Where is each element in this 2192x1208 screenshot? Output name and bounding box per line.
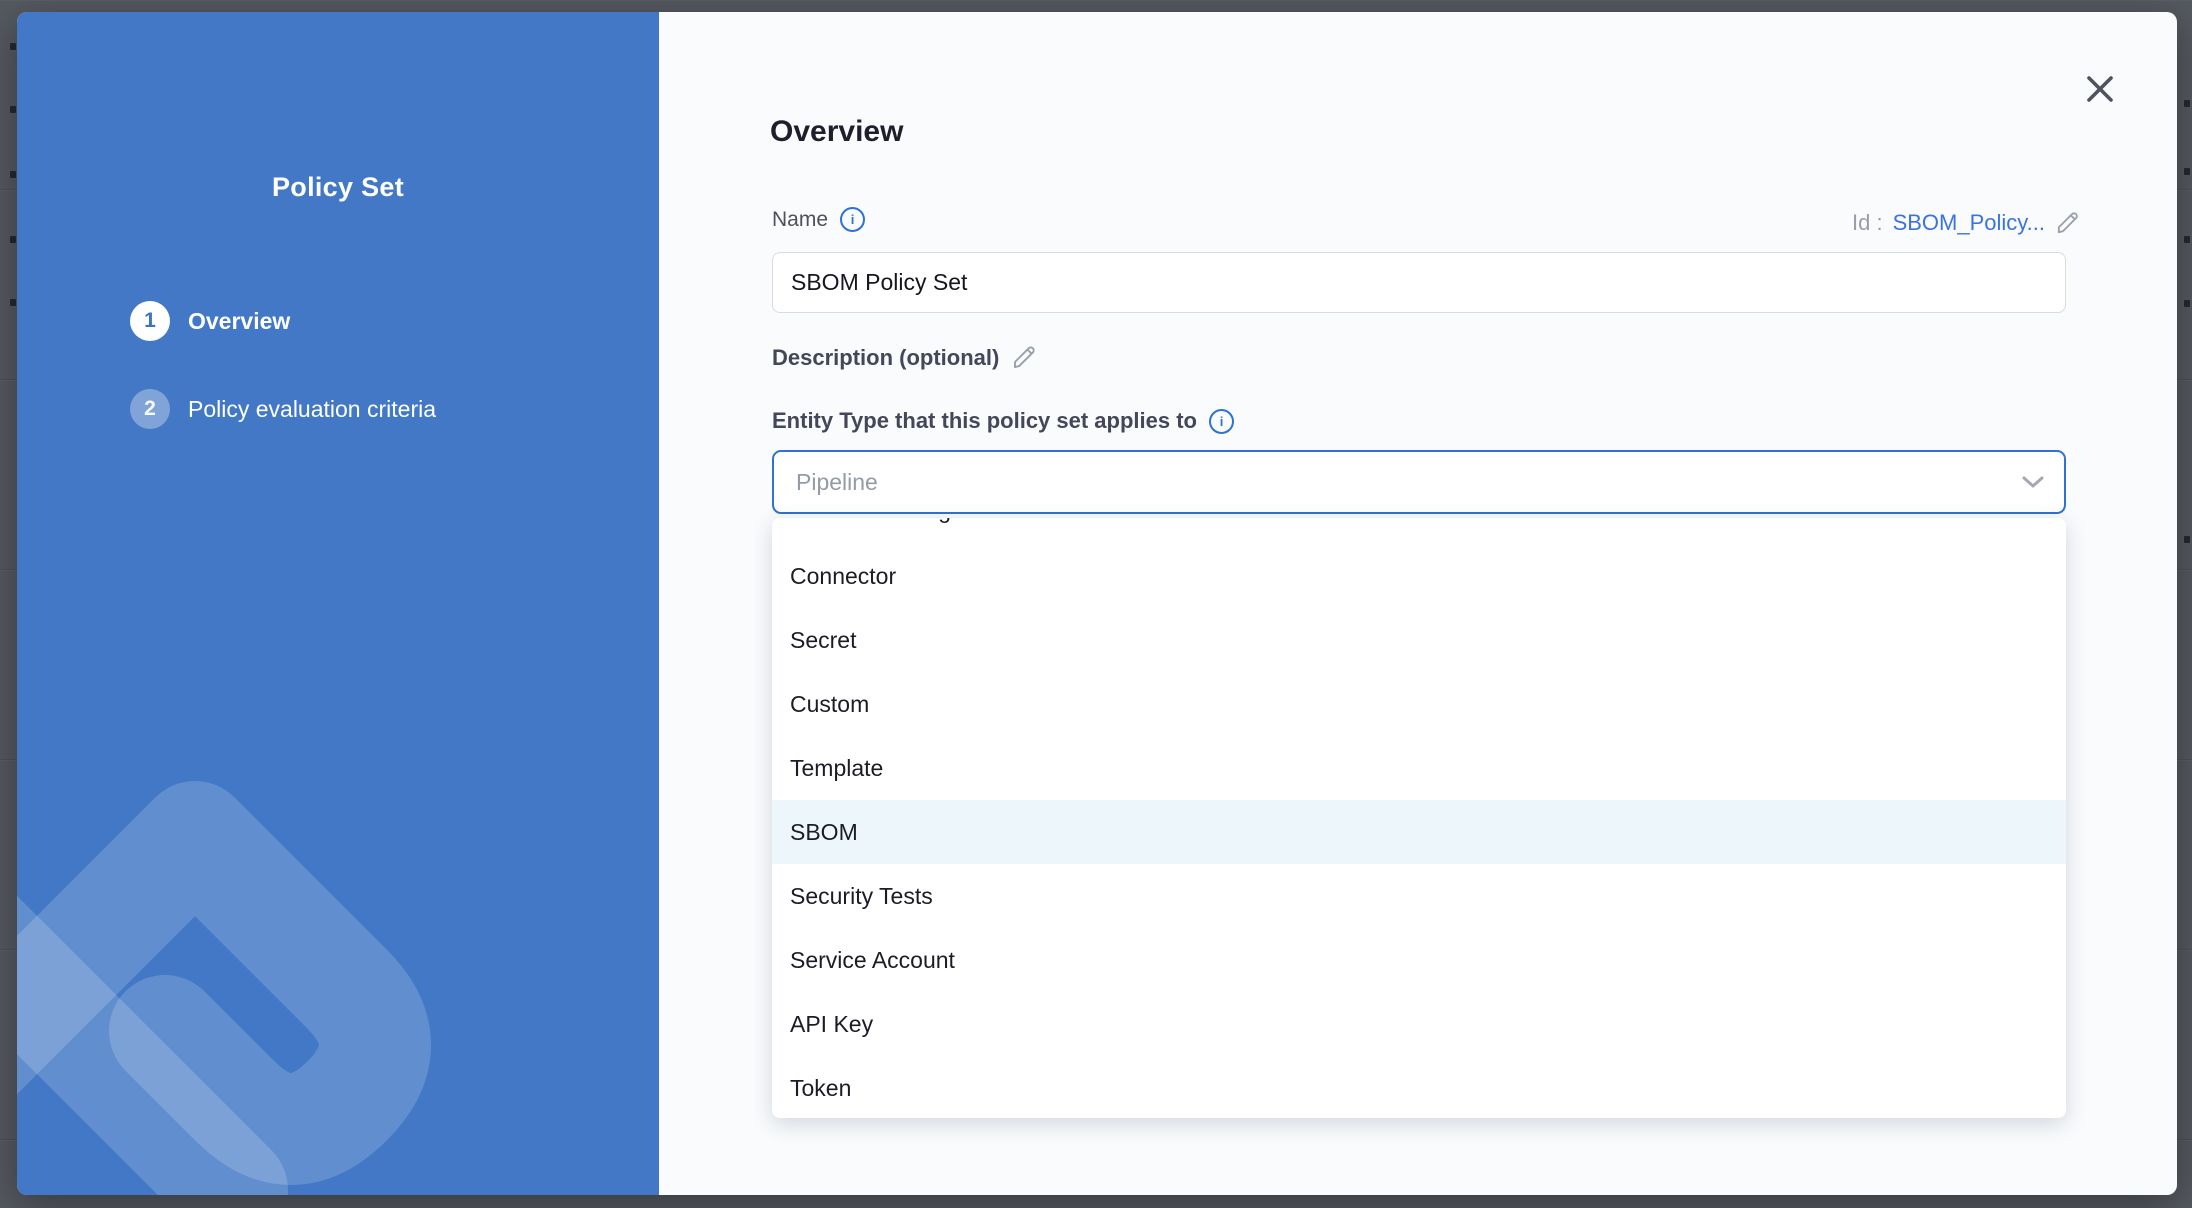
edit-description-button[interactable]	[1011, 344, 1038, 371]
entity-type-select[interactable]	[772, 450, 2066, 514]
page-title: Overview	[770, 115, 903, 149]
backdrop-artifact	[10, 236, 16, 243]
dropdown-item-label: Connector	[790, 563, 896, 590]
step-number-badge: 1	[130, 301, 170, 341]
dropdown-item[interactable]: Secret	[772, 608, 2066, 672]
entity-type-label-text: Entity Type that this policy set applies…	[772, 408, 1197, 434]
dropdown-item[interactable]: Security Tests	[772, 864, 2066, 928]
dropdown-item-label: Security Tests	[790, 883, 933, 910]
step-label: Policy evaluation criteria	[188, 396, 436, 423]
dropdown-item-label: Template	[790, 755, 883, 782]
backdrop-artifact	[2184, 300, 2190, 307]
dropdown-item[interactable]: API Key	[772, 992, 2066, 1056]
step-number-badge: 2	[130, 389, 170, 429]
dropdown-item-partial[interactable]: Account Setting	[772, 518, 2066, 544]
dropdown-item[interactable]: Token	[772, 1056, 2066, 1118]
wizard-sidebar: Policy Set 1 Overview 2 Policy evaluatio…	[17, 12, 659, 1195]
wizard-title: Policy Set	[17, 172, 659, 203]
name-label-text: Name	[772, 208, 828, 232]
dropdown-item-label: Service Account	[790, 947, 955, 974]
backdrop-artifact	[2184, 168, 2190, 175]
backdrop-artifact	[10, 43, 16, 50]
step-label: Overview	[188, 308, 290, 335]
wizard-step-policy-evaluation-criteria[interactable]: 2 Policy evaluation criteria	[130, 389, 436, 429]
pencil-icon	[2055, 210, 2081, 236]
entity-type-field-label: Entity Type that this policy set applies…	[772, 408, 1234, 434]
pencil-icon	[1011, 344, 1038, 371]
dropdown-item-label: Token	[790, 1075, 851, 1102]
entity-type-input[interactable]	[794, 468, 2022, 497]
dropdown-item-label: Secret	[790, 627, 856, 654]
wizard-step-overview[interactable]: 1 Overview	[130, 301, 290, 341]
info-icon[interactable]: i	[1209, 409, 1234, 434]
dropdown-item-list: Connector Secret Custom Template SBOM Se…	[772, 544, 2066, 1118]
entity-type-dropdown-menu: Account Setting Connector Secret Custom …	[772, 518, 2066, 1118]
dropdown-item[interactable]: Template	[772, 736, 2066, 800]
dropdown-item[interactable]: Service Account	[772, 928, 2066, 992]
id-value-link[interactable]: SBOM_Policy...	[1893, 210, 2045, 236]
dropdown-item-label: Account Setting	[790, 518, 951, 523]
backdrop-artifact	[2184, 236, 2190, 243]
dropdown-item[interactable]: Connector	[772, 544, 2066, 608]
dropdown-item-label: SBOM	[790, 819, 858, 846]
info-icon[interactable]: i	[840, 207, 865, 232]
entity-id-row: Id : SBOM_Policy...	[1852, 210, 2081, 236]
backdrop-artifact	[10, 106, 16, 113]
x-icon	[2085, 74, 2115, 104]
id-prefix-text: Id :	[1852, 210, 1883, 236]
name-field-label: Name i	[772, 207, 865, 232]
close-button[interactable]	[2083, 72, 2117, 106]
dropdown-item-label: API Key	[790, 1011, 873, 1038]
backdrop-artifact	[2184, 100, 2190, 107]
description-field-label: Description (optional)	[772, 344, 1038, 371]
name-input[interactable]	[772, 252, 2066, 313]
backdrop-artifact	[10, 171, 16, 178]
backdrop-artifact	[10, 299, 16, 306]
chevron-down-icon	[2022, 476, 2044, 488]
policy-set-modal: Policy Set 1 Overview 2 Policy evaluatio…	[17, 12, 2177, 1195]
edit-id-button[interactable]	[2055, 210, 2081, 236]
dropdown-item[interactable]: SBOM	[772, 800, 2066, 864]
harness-logo-watermark	[17, 765, 659, 1195]
backdrop-artifact	[2184, 536, 2190, 543]
dropdown-item[interactable]: Custom	[772, 672, 2066, 736]
overview-step-panel: Overview Name i Id : SBOM_Policy... Desc…	[659, 12, 2177, 1195]
dropdown-item-label: Custom	[790, 691, 869, 718]
description-label-text: Description (optional)	[772, 345, 999, 371]
